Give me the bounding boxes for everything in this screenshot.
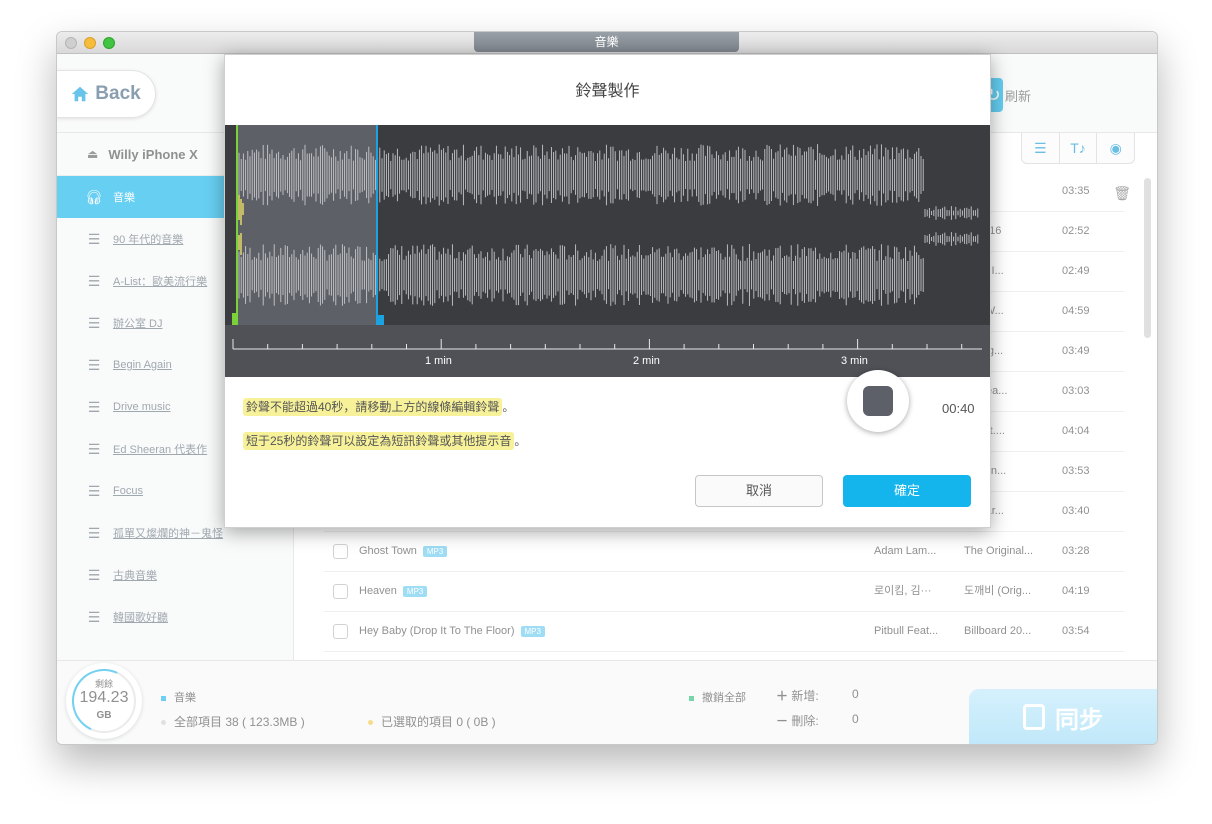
title-bar: 音樂 [57,32,1157,54]
confirm-button[interactable]: 確定 [843,475,971,507]
stop-playback-button[interactable] [847,370,909,432]
maximize-window-button[interactable] [103,37,115,49]
minimize-window-button[interactable] [84,37,96,49]
cancel-button[interactable]: 取消 [695,475,823,507]
waveform-editor[interactable] [225,125,990,325]
ringtone-duration: 00:40 [942,401,975,416]
app-window: 音樂 Back ↻ 刷新 ⏏ Willy iPhone X 🎧︎ 音樂 ☰ 90 … [56,31,1158,745]
ringtone-maker-dialog: 鈴聲製作 1 min 2 min 3 min 鈴聲不能超過40秒，請移動上方的線… [224,54,991,528]
selection-start-grip[interactable] [232,313,238,325]
hint-max-length: 鈴聲不能超過40秒，請移動上方的線條編輯鈴聲。 [243,398,514,416]
tick-label-3min: 3 min [841,355,868,367]
selection-end-grip[interactable] [377,315,384,325]
stop-icon [863,386,893,416]
dialog-title: 鈴聲製作 [575,83,640,100]
window-title: 音樂 [474,32,739,52]
waveform[interactable] [225,125,990,325]
close-window-button[interactable] [65,37,77,49]
tick-label-2min: 2 min [633,355,660,367]
tick-label-1min: 1 min [425,355,452,367]
hint-short-ringtone: 短于25秒的鈴聲可以設定為短訊鈴聲或其他提示音。 [243,432,526,450]
